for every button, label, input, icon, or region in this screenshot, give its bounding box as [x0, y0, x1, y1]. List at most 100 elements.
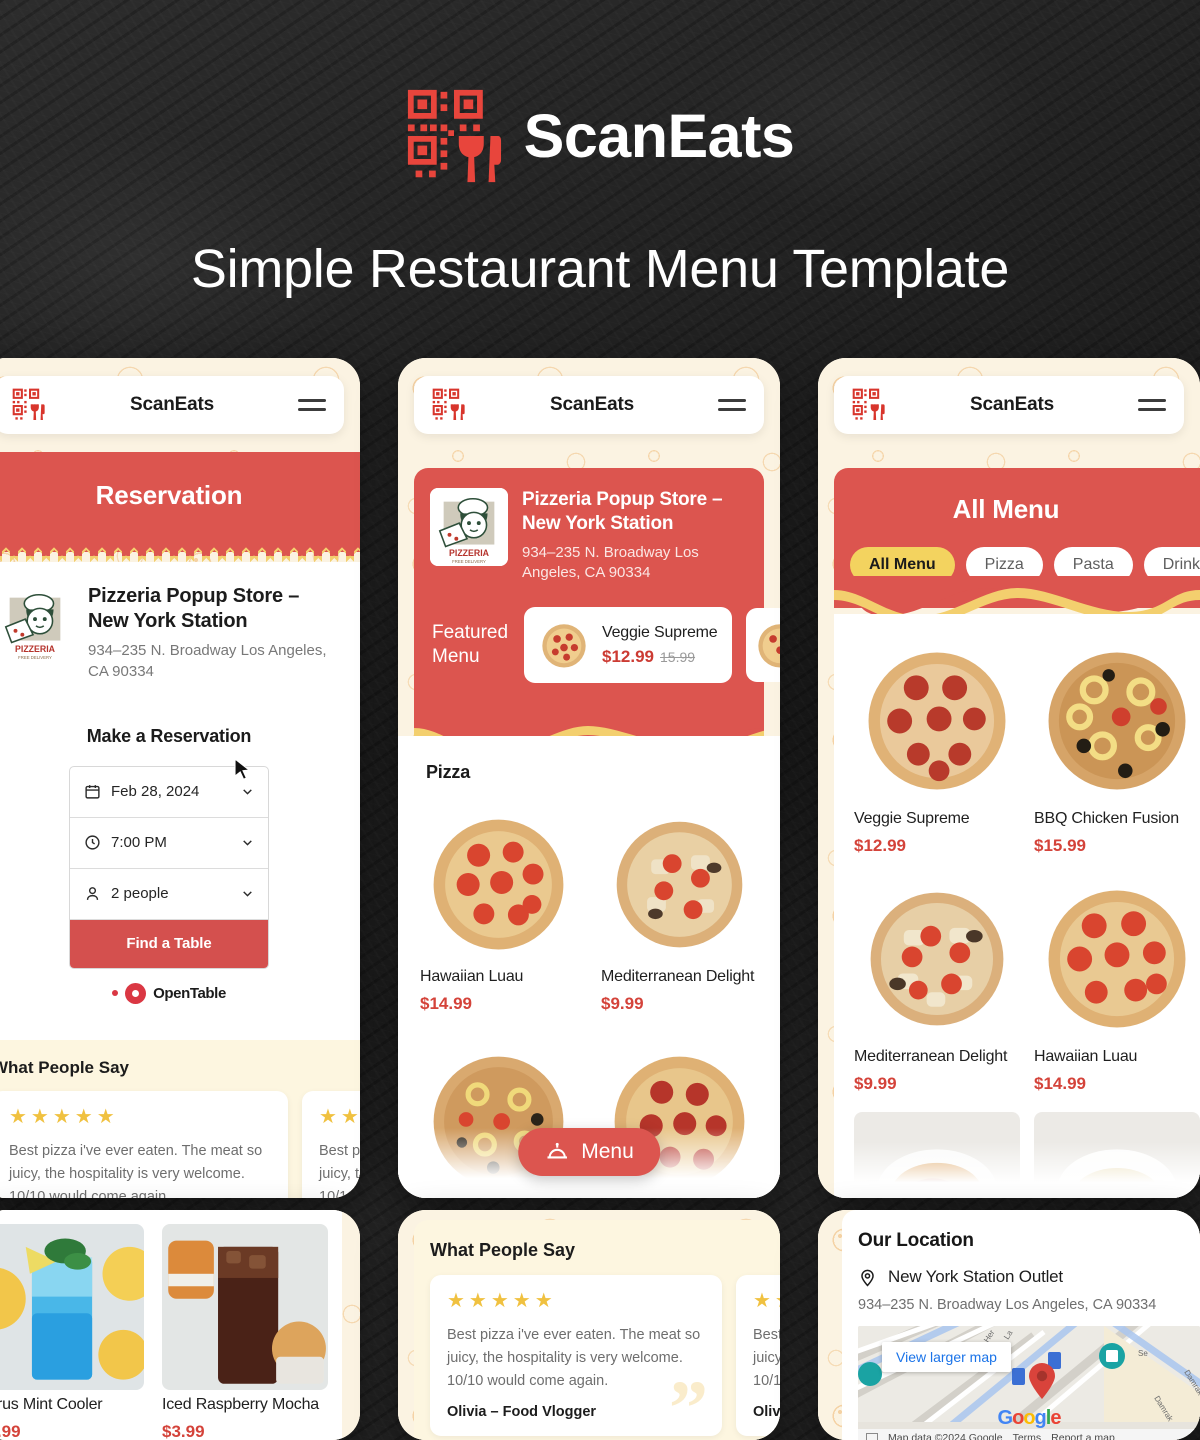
- menu-item-price: $9.99: [854, 1074, 897, 1093]
- rating-stars: ★★★★★: [9, 1106, 119, 1128]
- store-address: 934–235 N. Broadway Los Angeles, CA 9033…: [88, 642, 327, 680]
- reviews-section: What People Say ★★★★★ Best pizza i've ev…: [0, 1040, 360, 1198]
- menu-item[interactable]: Hawaiian Luau $14.99: [1034, 876, 1200, 1094]
- screenshot-stage: ScanEats Simple Restaurant Menu Template: [0, 0, 1200, 1440]
- keyboard-shortcuts-icon: [866, 1433, 878, 1440]
- map-footer: Map data ©2024 Google Terms Report a map: [858, 1429, 1200, 1440]
- review-text: Best pizza i've ever eaten. The meat so …: [9, 1143, 263, 1198]
- location-place-row: New York Station Outlet: [858, 1267, 1200, 1287]
- menu-item[interactable]: Veggie Supreme $12.99: [854, 638, 1020, 856]
- reservation-time-field[interactable]: 7:00 PM: [70, 818, 268, 869]
- brand-lockup: ScanEats: [0, 0, 1200, 184]
- location-heading: Our Location: [858, 1230, 974, 1251]
- banner-title: Reservation: [95, 480, 243, 510]
- menu-fab-label: Menu: [581, 1140, 634, 1163]
- menu-fab-button[interactable]: Menu: [518, 1128, 660, 1176]
- reservation-date-field[interactable]: Feb 28, 2024: [70, 767, 268, 818]
- map-terms-link[interactable]: Terms: [1013, 1432, 1042, 1440]
- menu-item-name: Mediterranean Delight: [601, 968, 755, 985]
- pizzeria-chef-logo: PIZZERIA FREE DELIVERY: [0, 584, 74, 662]
- menu-item[interactable]: Citrus Mint Cooler $4.99: [0, 1224, 144, 1440]
- chevron-down-icon: [243, 840, 252, 847]
- reviews-heading: What People Say: [430, 1240, 576, 1260]
- phone-mockup-location: Our Location New York Station Outlet 934…: [818, 1210, 1200, 1440]
- pepperoni-pizza-photo: [758, 624, 780, 668]
- reservation-party-value: 2 people: [111, 885, 169, 903]
- iced-coffee-photo: [162, 1224, 328, 1390]
- review-card: ★★★★★ Best pizza i've ever eaten. The me…: [430, 1275, 722, 1436]
- pepperoni-pizza-photo: [542, 624, 586, 668]
- review-author: Olivia – Food Vlogger: [753, 1403, 780, 1420]
- hamburger-menu-icon[interactable]: [298, 393, 326, 416]
- review-author: Olivia – Food Vlogger: [447, 1403, 597, 1420]
- page-title: Simple Restaurant Menu Template: [190, 239, 1010, 299]
- google-map-embed[interactable]: Her La Damrak Damrak Se de Bijenkorf Vie…: [858, 1326, 1200, 1440]
- featured-item-price: $12.99 15.99: [602, 647, 718, 667]
- svg-text:PIZZERIA: PIZZERIA: [15, 644, 56, 654]
- phone4-body: Citrus Mint Cooler $4.99: [0, 1210, 342, 1440]
- store-address: 934–235 N. Broadway Los Angeles, CA 9033…: [522, 543, 699, 582]
- phone1-body: PIZZERIA FREE DELIVERY Pizzeria Popup St…: [0, 562, 360, 1198]
- view-larger-map-button[interactable]: View larger map: [882, 1342, 1011, 1372]
- bbq-chicken-pizza-photo: [1048, 652, 1186, 790]
- phone3-menu-body: Veggie Supreme $12.99 BBQ Chicken Fusion…: [834, 614, 1200, 1198]
- menu-item-name: BBQ Chicken Fusion: [1034, 810, 1179, 827]
- reviews-carousel[interactable]: ★★★★★ Best pizza i've ever eaten. The me…: [414, 1275, 780, 1436]
- store-info: PIZZERIA FREE DELIVERY Pizzeria Popup St…: [0, 562, 360, 682]
- svg-text:FREE DELIVERY: FREE DELIVERY: [18, 655, 52, 660]
- svg-text:FREE DELIVERY: FREE DELIVERY: [452, 559, 486, 564]
- menu-item-price: $15.99: [1034, 836, 1086, 855]
- menu-item[interactable]: BBQ Chicken Fusion $15.99: [1034, 638, 1200, 856]
- menu-item-price: $14.99: [1034, 1074, 1086, 1093]
- menu-item[interactable]: Iced Raspberry Mocha $3.99: [162, 1224, 328, 1440]
- reservation-form[interactable]: Feb 28, 2024 7:00 PM 2 people Find a Tab…: [69, 765, 269, 969]
- find-a-table-button[interactable]: Find a Table: [70, 919, 268, 968]
- blue-cocktail-photo: [0, 1224, 144, 1390]
- hamburger-menu-icon[interactable]: [718, 393, 746, 416]
- calendar-icon: [85, 785, 100, 799]
- google-logo: Google: [997, 1407, 1062, 1429]
- content-fade: [834, 1142, 1200, 1198]
- app-title: ScanEats: [970, 394, 1054, 415]
- chevron-down-icon: [243, 891, 252, 898]
- qr-fork-knife-icon: [852, 388, 885, 420]
- tomato-pizza-photo: [1048, 890, 1186, 1028]
- featured-menu-card[interactable]: Veggie Supreme $12.99 15.99: [524, 607, 732, 684]
- rating-stars: ★★★★★: [319, 1106, 360, 1128]
- menu-item[interactable]: Mediterranean Delight $9.99: [854, 876, 1020, 1094]
- location-address: 934–235 N. Broadway Los Angeles, CA 9033…: [858, 1297, 1157, 1313]
- reviews-carousel[interactable]: ★★★★★ Best pizza i've ever eaten. The me…: [0, 1091, 360, 1198]
- cloche-icon: [547, 1142, 567, 1159]
- tomato-pizza-photo: [433, 819, 564, 950]
- svg-text:Se: Se: [1138, 1349, 1148, 1358]
- menu-item[interactable]: Mediterranean Delight $9.99: [601, 805, 758, 1014]
- qr-fork-knife-icon: [407, 89, 501, 183]
- clock-icon: [85, 835, 100, 850]
- opentable-ring-icon: [125, 982, 147, 1004]
- opentable-label: OpenTable: [153, 984, 226, 1002]
- map-attribution: Map data ©2024 Google: [888, 1431, 1003, 1440]
- featured-menu-card-partial[interactable]: [746, 608, 780, 683]
- menu-item-name: Citrus Mint Cooler: [0, 1396, 103, 1413]
- phone-mockup-grid: ScanEats Reservation PIZZERIA FREE DELIV…: [0, 358, 1200, 1440]
- menu-item[interactable]: Hawaiian Luau $14.99: [420, 805, 577, 1014]
- menu-item-name: Hawaiian Luau: [1034, 1048, 1138, 1065]
- featured-menu-label: Featured Menu: [432, 621, 509, 668]
- pizzeria-chef-logo: PIZZERIA FREE DELIVERY: [430, 488, 508, 566]
- menu-item-name: Mediterranean Delight: [854, 1048, 1008, 1065]
- reservation-party-field[interactable]: 2 people: [70, 869, 268, 920]
- app-bar: ScanEats: [834, 376, 1184, 434]
- phone5-reviews-body: What People Say ★★★★★ Best pizza i've ev…: [414, 1220, 780, 1440]
- drinks-grid: Citrus Mint Cooler $4.99: [0, 1210, 342, 1440]
- rating-stars: ★★★★★: [753, 1290, 780, 1312]
- pizzeria-chef-logo-art: PIZZERIA FREE DELIVERY: [0, 584, 74, 662]
- menu-item-price: $4.99: [0, 1422, 21, 1440]
- map-report-link[interactable]: Report a map: [1051, 1432, 1115, 1440]
- review-text: Best pizza i've ever eaten. The meat so …: [319, 1143, 360, 1198]
- review-card: ★★★★★ Best pizza i've ever eaten. The me…: [302, 1091, 360, 1198]
- hamburger-menu-icon[interactable]: [1138, 393, 1166, 416]
- app-title: ScanEats: [550, 394, 634, 415]
- brand-name: ScanEats: [523, 101, 795, 170]
- person-icon: [86, 887, 99, 901]
- phone-mockup-menu: ScanEats PIZZERIA FREE DELIVERY Pizzeria…: [398, 358, 780, 1198]
